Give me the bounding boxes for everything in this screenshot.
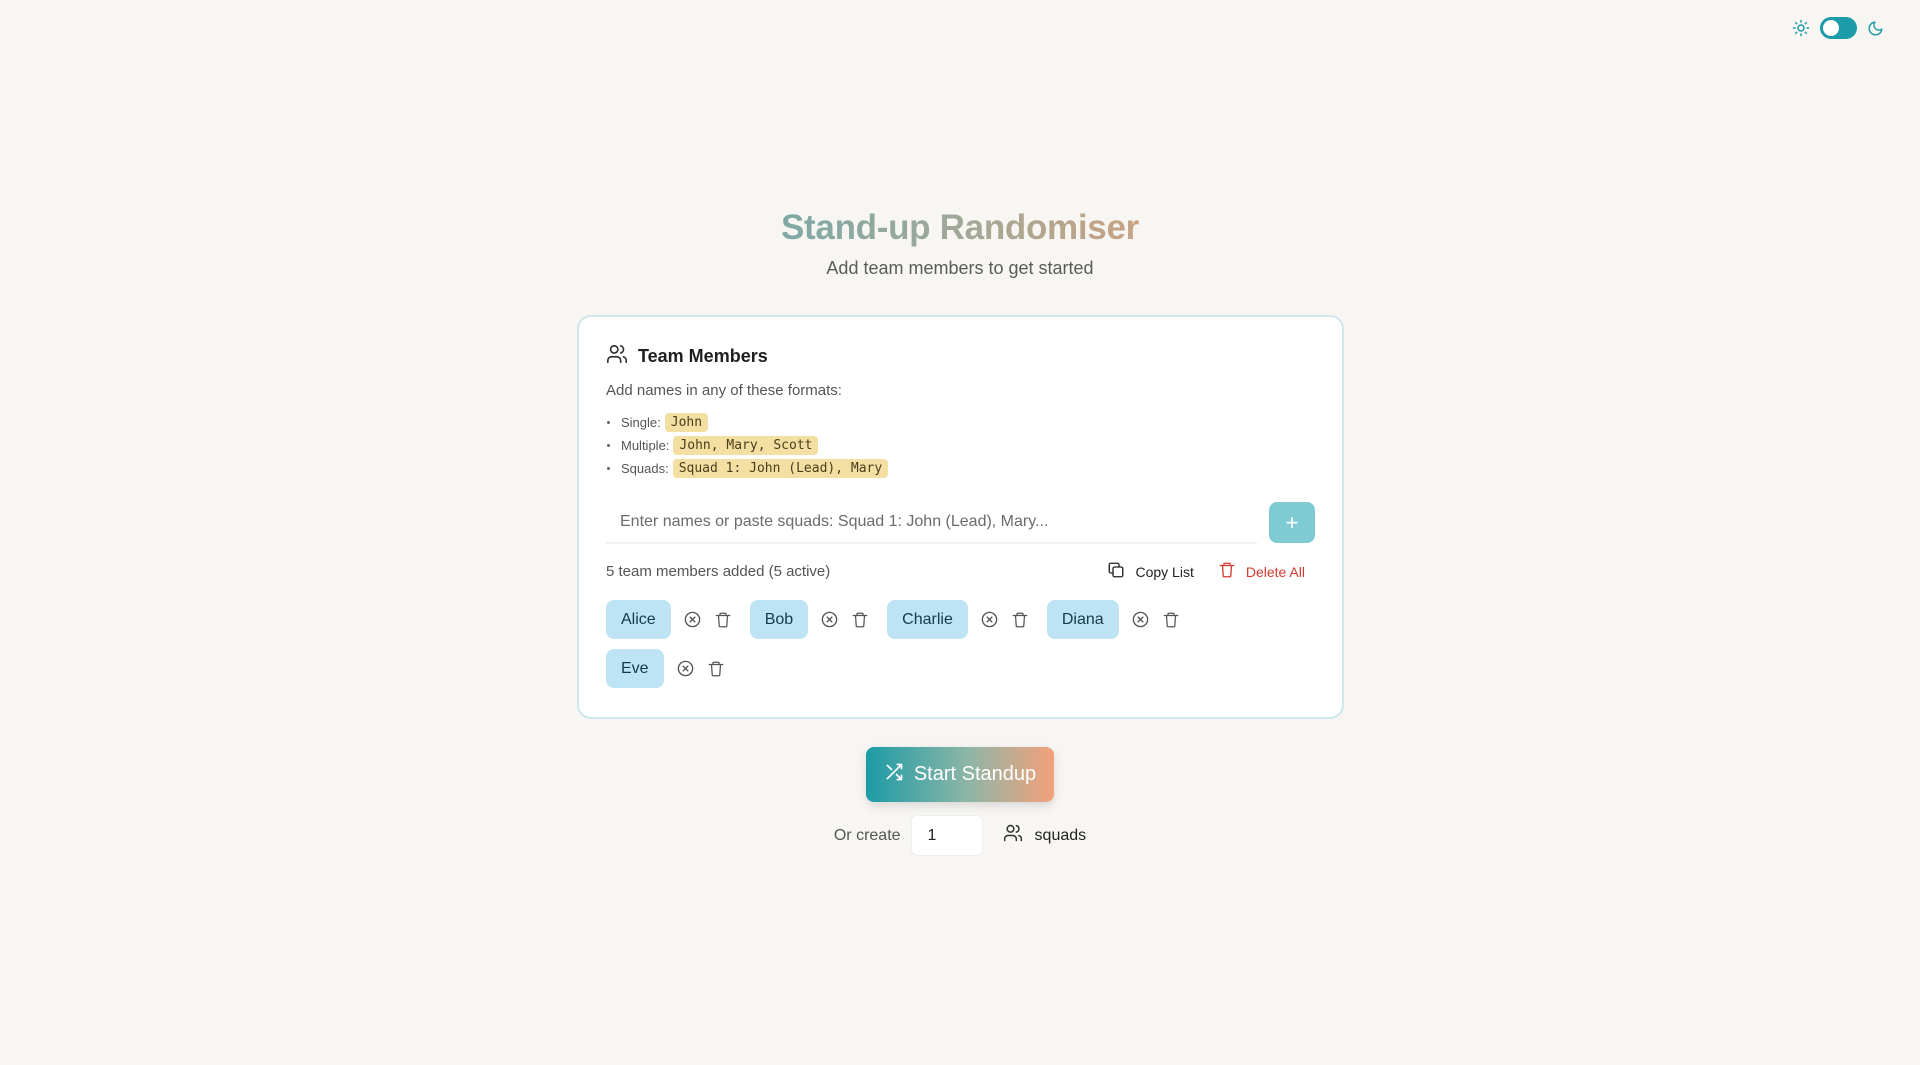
member-list: Alice Bob Charlie Diana Eve	[606, 600, 1206, 688]
format-list: Single: John Multiple: John, Mary, Scott…	[606, 411, 1315, 480]
delete-member-icon[interactable]	[714, 611, 732, 629]
team-members-card: Team Members Add names in any of these f…	[577, 315, 1344, 719]
format-item-multiple: Multiple: John, Mary, Scott	[606, 434, 1315, 457]
member-item: Charlie	[887, 600, 1029, 639]
member-item: Alice	[606, 600, 732, 639]
trash-icon	[1218, 561, 1236, 582]
format-item-squads: Squads: Squad 1: John (Lead), Mary	[606, 457, 1315, 480]
format-example: John	[664, 413, 709, 432]
shuffle-icon	[884, 762, 904, 788]
member-count: 5 team members added (5 active)	[606, 563, 831, 580]
member-item: Bob	[749, 600, 869, 639]
theme-switch[interactable]	[1820, 17, 1857, 39]
format-item-single: Single: John	[606, 411, 1315, 434]
card-header: Team Members	[606, 343, 1315, 370]
create-squads-button[interactable]: squads	[1003, 823, 1087, 848]
delete-all-label: Delete All	[1245, 563, 1305, 580]
card-description: Add names in any of these formats:	[606, 382, 842, 399]
theme-toggle[interactable]	[1792, 17, 1884, 39]
start-standup-button[interactable]: Start Standup	[865, 747, 1055, 802]
moon-icon	[1867, 20, 1884, 37]
member-chip[interactable]: Charlie	[887, 600, 968, 639]
delete-member-icon[interactable]	[707, 660, 725, 678]
squad-count-input[interactable]	[910, 815, 983, 856]
member-chip[interactable]: Diana	[1046, 600, 1119, 639]
copy-list-label: Copy List	[1135, 563, 1194, 580]
squads-label: squads	[1034, 826, 1087, 844]
page-title: Stand-up Randomiser	[781, 208, 1139, 247]
member-item: Diana	[1046, 600, 1180, 639]
format-label: Single:	[621, 415, 661, 430]
add-button[interactable]: +	[1269, 502, 1315, 543]
deactivate-icon[interactable]	[980, 610, 999, 629]
hero: Stand-up Randomiser Add team members to …	[0, 208, 1920, 279]
format-label: Squads:	[621, 461, 669, 476]
deactivate-icon[interactable]	[683, 610, 702, 629]
add-member-row: +	[606, 502, 1315, 543]
users-icon	[606, 343, 628, 370]
member-chip[interactable]: Alice	[606, 600, 671, 639]
start-standup-label: Start Standup	[913, 763, 1037, 785]
format-label: Multiple:	[621, 438, 670, 453]
deactivate-icon[interactable]	[820, 610, 839, 629]
list-actions: Copy List Delete All	[1107, 561, 1315, 582]
format-example: John, Mary, Scott	[673, 436, 819, 455]
page-subtitle: Add team members to get started	[826, 258, 1094, 278]
start-area: Start Standup	[0, 747, 1920, 802]
member-chip[interactable]: Eve	[606, 649, 664, 688]
copy-icon	[1107, 561, 1125, 582]
squad-row: Or create squads	[0, 815, 1920, 856]
delete-member-icon[interactable]	[1162, 611, 1180, 629]
names-input[interactable]	[606, 502, 1257, 543]
sun-icon	[1792, 19, 1810, 37]
member-chip[interactable]: Bob	[749, 600, 809, 639]
card-title: Team Members	[638, 346, 768, 366]
copy-list-button[interactable]: Copy List	[1107, 561, 1194, 582]
delete-member-icon[interactable]	[851, 611, 869, 629]
deactivate-icon[interactable]	[1131, 610, 1150, 629]
member-item: Eve	[606, 649, 725, 688]
format-example: Squad 1: John (Lead), Mary	[672, 459, 889, 478]
delete-all-button[interactable]: Delete All	[1218, 561, 1305, 582]
squad-prefix: Or create	[833, 826, 901, 844]
status-row: 5 team members added (5 active) Copy Lis…	[606, 561, 1315, 582]
users-icon	[1003, 823, 1023, 848]
deactivate-icon[interactable]	[676, 659, 695, 678]
delete-member-icon[interactable]	[1011, 611, 1029, 629]
